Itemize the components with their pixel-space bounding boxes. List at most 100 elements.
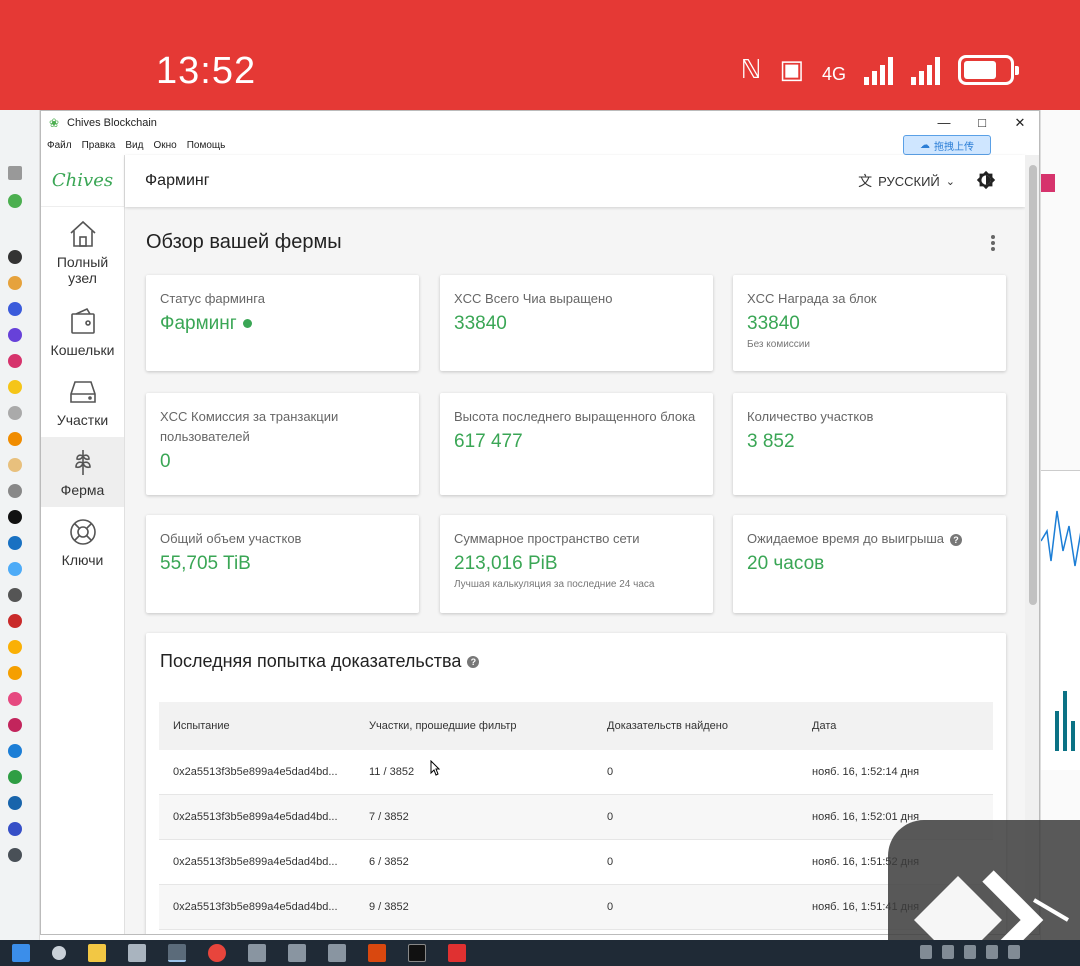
table-cell: 7 / 3852 [369,811,409,823]
tray-icon[interactable] [964,945,976,959]
column-header[interactable]: Доказательств найдено [607,720,812,732]
system-tray [920,945,1020,959]
table-row: 0x2a5513f3b5e899a4e5dad4bd... 6 / 3852 0… [159,840,993,885]
app-icon[interactable] [248,944,266,962]
card-total-plot-size: Общий объем участков 55,705 TiB [146,515,419,613]
windows-taskbar [0,940,1080,966]
sidebar-item-label: Участки [56,412,109,428]
bookmark-icon [8,666,22,680]
bookmark-icon [8,432,22,446]
help-icon[interactable]: ? [950,533,962,546]
bookmark-icon [8,822,22,836]
card-label: XCC Награда за блок [747,291,877,306]
signal-icon-2 [911,55,940,85]
bookmark-icon [8,744,22,758]
file-explorer-icon[interactable] [88,944,106,962]
maximize-button[interactable]: □ [963,111,1001,135]
theme-toggle-icon[interactable] [975,169,997,191]
table-header: Испытание Участки, прошедшие фильтр Дока… [159,702,993,750]
bookmark-icon [8,536,22,550]
sidebar-item-plots[interactable]: Участки [41,367,124,437]
background-chart [1040,470,1080,770]
sprout-icon [74,450,91,475]
minimize-button[interactable]: — [925,111,963,135]
bookmark-icon [8,848,22,862]
search-icon[interactable] [52,946,66,960]
more-options-icon[interactable] [991,235,995,251]
table-row: 0x2a5513f3b5e899a4e5dad4bd... 11 / 3852 … [159,750,993,795]
terminal-icon[interactable] [408,944,426,962]
card-label: Общий объем участков [160,531,302,546]
bookmark-icon [8,250,22,264]
card-label: Статус фарминга [160,291,265,306]
battery-icon [958,55,1019,85]
scrollbar-thumb[interactable] [1029,165,1037,605]
window-title: Chives Blockchain [67,117,157,129]
chives-taskbar-icon[interactable] [168,944,186,962]
menu-help[interactable]: Помощь [187,140,226,151]
table-cell: 0x2a5513f3b5e899a4e5dad4bd... [173,901,338,913]
tray-icon[interactable] [920,945,932,959]
sidebar-item-wallets[interactable]: Кошельки [41,297,124,367]
sidebar-item-farm[interactable]: Ферма [41,437,124,507]
language-selector[interactable]: 文 РУССКИЙ ⌄ [858,171,955,191]
network-type: 4G [821,64,846,84]
card-subtext: Лучшая калькуляция за последние 24 часа [454,579,655,590]
app-icon[interactable] [328,944,346,962]
card-subtext: Без комиссии [747,339,810,350]
app-icon[interactable] [128,944,146,962]
background-browser-right [1040,110,1080,940]
card-value: 617 477 [454,431,523,452]
menu-file[interactable]: Файл [47,140,72,151]
sidebar-item-keys[interactable]: Ключи [41,507,124,577]
card-last-height: Высота последнего выращенного блока 617 … [440,393,713,495]
bookmark-icon [8,588,22,602]
menu-edit[interactable]: Правка [82,140,116,151]
table-body: 0x2a5513f3b5e899a4e5dad4bd... 11 / 3852 … [159,750,993,930]
menu-view[interactable]: Вид [125,140,143,151]
app-icon[interactable] [368,944,386,962]
tray-icon[interactable] [1008,945,1020,959]
sidebar-item-full-node[interactable]: Полный узел [41,207,124,297]
sidebar: Chives Полный узел Кошельки Участки Ферм… [41,155,125,934]
chives-leaf-icon: ❀ [49,116,60,130]
column-header[interactable]: Испытание [159,720,369,732]
help-icon[interactable]: ? [467,656,480,669]
column-header[interactable]: Дата [812,720,993,732]
column-header[interactable]: Участки, прошедшие фильтр [369,720,607,732]
proofs-table: Испытание Участки, прошедшие фильтр Дока… [159,702,993,930]
tray-icon[interactable] [986,945,998,959]
vertical-scrollbar[interactable] [1025,155,1039,934]
upload-button[interactable]: ☁ 拖拽上传 [903,135,991,155]
chives-logo: Chives [41,155,124,207]
card-expected-time: Ожидаемое время до выигрыша? 20 часов [733,515,1006,613]
card-value: 0 [160,451,171,472]
language-label: РУССКИЙ [878,173,940,189]
cloud-icon: ☁ [920,139,930,151]
phone-clock: 13:52 [156,50,257,92]
card-value: Фарминг [160,313,405,335]
table-cell: 0 [607,811,614,823]
chrome-icon[interactable] [208,944,226,962]
phone-status-icons: ℕ ▣ 4G [741,54,1019,85]
menu-window[interactable]: Окно [153,140,176,151]
last-proofs-card: Последняя попытка доказательства? Испыта… [146,633,1006,934]
card-value: 33840 [454,313,507,334]
card-plot-count: Количество участков 3 852 [733,393,1006,495]
windows-start-icon[interactable] [12,944,30,962]
bookmark-icon [8,458,22,472]
app-icon[interactable] [448,944,466,962]
sidebar-item-label: Ферма [60,482,105,498]
chevron-down-icon: ⌄ [945,175,955,188]
overview-title: Обзор вашей фермы [146,231,342,253]
tray-icon[interactable] [942,945,954,959]
page-title: Фарминг [145,172,210,189]
menu-bar: Файл Правка Вид Окно Помощь [41,135,1039,155]
app-icon[interactable] [288,944,306,962]
window-controls: — □ ✕ [925,111,1039,135]
close-button[interactable]: ✕ [1001,111,1039,135]
table-cell: 6 / 3852 [369,856,409,868]
card-label: Высота последнего выращенного блока [454,409,696,424]
app-window: ❀ Chives Blockchain — □ ✕ Файл Правка Ви… [40,110,1040,935]
home-icon [69,220,96,247]
